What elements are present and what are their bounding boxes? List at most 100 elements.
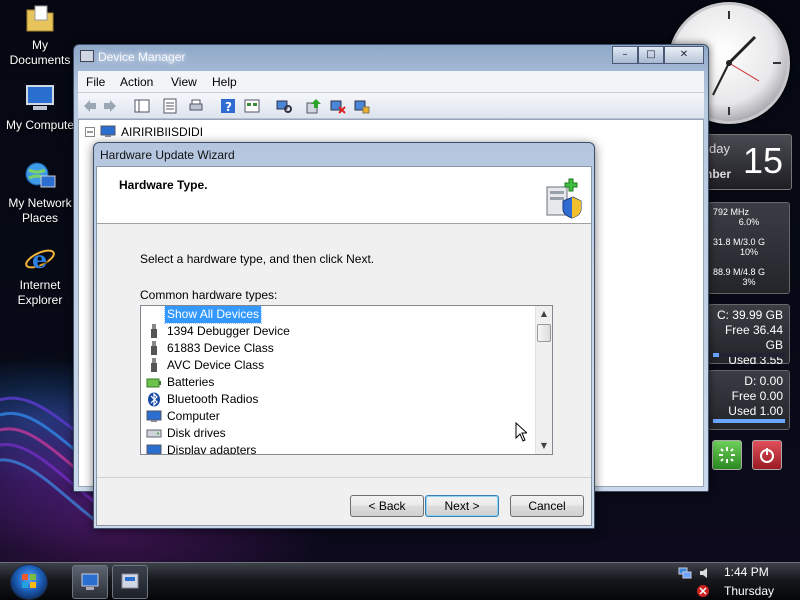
scroll-thumb[interactable] bbox=[537, 324, 551, 342]
list-item-label: 1394 Debugger Device bbox=[167, 324, 290, 338]
desktop-icon-label: My bbox=[32, 38, 48, 52]
taskbar: 1:44 PM Thursday bbox=[0, 562, 800, 600]
list-item-label: Display adapters bbox=[167, 443, 257, 455]
menu-action[interactable]: Action bbox=[120, 75, 153, 89]
network-globe-icon bbox=[23, 160, 57, 194]
calendar-gadget[interactable]: day nber 15 bbox=[700, 134, 792, 190]
computer-icon bbox=[146, 410, 162, 422]
bluetooth-icon bbox=[148, 392, 160, 407]
tree-root-node[interactable]: AIRIRIBIISDIDI bbox=[85, 125, 203, 139]
tree-root-label: AIRIRIBIISDIDI bbox=[121, 125, 204, 139]
drive-c-gadget[interactable]: C: 39.99 GB Free 36.44 GB Used 3.55 GB bbox=[708, 304, 790, 382]
desktop-icon-label: Internet bbox=[19, 278, 61, 292]
help-icon[interactable]: ? bbox=[220, 98, 236, 114]
menu-file[interactable]: File bbox=[86, 75, 105, 89]
properties-icon[interactable] bbox=[162, 98, 178, 114]
usb-plug-icon bbox=[151, 324, 157, 338]
cpu-meter-gadget[interactable]: 792 MHz 6.0% 31.8 M/3.0 G 10% 88.9 M/4.8… bbox=[708, 202, 790, 294]
minimize-button[interactable]: – bbox=[612, 46, 638, 64]
disable-device-icon[interactable] bbox=[330, 98, 346, 114]
tray-clock-time[interactable]: 1:44 PM bbox=[724, 565, 769, 579]
drive-label: C: 39.99 GB bbox=[716, 308, 783, 322]
hardware-shield-icon bbox=[546, 178, 582, 219]
drive-d-gadget[interactable]: D: 0.00 Free 0.00 Used 1.00 bbox=[708, 370, 790, 430]
cpu-meter-value: 31.8 M/3.0 G bbox=[713, 237, 766, 247]
device-manager-app-icon bbox=[80, 50, 94, 62]
hardware-types-listbox[interactable]: Show All Devices 1394 Debugger Device 61… bbox=[140, 305, 553, 455]
wizard-step-title: Hardware Type. bbox=[119, 178, 208, 192]
calendar-day: day bbox=[709, 141, 730, 156]
network-tray-icon[interactable] bbox=[678, 566, 692, 580]
clock-hour-hand bbox=[727, 35, 757, 65]
cpu-meter-row: 88.9 M/4.8 G 3% bbox=[709, 263, 789, 293]
drive-usage-bar bbox=[713, 419, 785, 423]
list-scrollbar[interactable]: ▲ ▼ bbox=[535, 306, 552, 454]
display-adapter-icon bbox=[146, 444, 162, 454]
list-item-label: Batteries bbox=[167, 375, 215, 389]
menu-view[interactable]: View bbox=[171, 75, 197, 89]
maximize-button[interactable]: □ bbox=[638, 46, 664, 64]
cpu-meter-row: 792 MHz 6.0% bbox=[709, 203, 789, 233]
desktop-icon-label: My Compute bbox=[5, 118, 75, 132]
forward-arrow-icon[interactable] bbox=[102, 98, 118, 114]
back-arrow-icon[interactable] bbox=[82, 98, 98, 114]
collapse-icon[interactable] bbox=[85, 127, 95, 137]
taskbar-device-manager-button[interactable] bbox=[72, 565, 108, 599]
menu-help[interactable]: Help bbox=[212, 75, 237, 89]
view-resources-icon[interactable] bbox=[244, 98, 260, 114]
shutdown-gadget-button[interactable] bbox=[752, 440, 782, 470]
scroll-up-arrow-icon[interactable]: ▲ bbox=[536, 306, 552, 322]
update-driver-icon[interactable] bbox=[306, 98, 322, 114]
volume-tray-icon[interactable] bbox=[698, 566, 712, 580]
computer-icon bbox=[81, 573, 99, 590]
cpu-meter-value: 88.9 M/4.8 G bbox=[713, 267, 766, 277]
window-title: Device Manager bbox=[98, 50, 186, 64]
cancel-button[interactable]: Cancel bbox=[510, 495, 584, 517]
mouse-cursor-icon bbox=[515, 422, 527, 442]
start-button[interactable] bbox=[10, 564, 48, 600]
print-icon[interactable] bbox=[188, 98, 204, 114]
list-item-label: 61883 Device Class bbox=[167, 341, 274, 355]
svg-text:?: ? bbox=[225, 100, 232, 114]
desktop-icon-label: Explorer bbox=[17, 293, 63, 307]
hardware-update-wizard-dialog[interactable]: Hardware Update Wizard Hardware Type. Se… bbox=[93, 142, 595, 529]
desktop-icon-internet-explorer[interactable]: e Internet Explorer bbox=[4, 242, 76, 308]
uninstall-device-icon[interactable] bbox=[354, 98, 370, 114]
dialog-title: Hardware Update Wizard bbox=[100, 148, 235, 162]
show-hide-tree-icon[interactable] bbox=[134, 98, 150, 114]
back-button[interactable]: < Back bbox=[350, 495, 424, 517]
desktop-icon-my-documents[interactable]: My Documents bbox=[4, 2, 76, 68]
menu-bar: File Action View Help bbox=[78, 71, 704, 93]
taskbar-wizard-button[interactable] bbox=[112, 565, 148, 599]
cpu-meter-percent: 6.0% bbox=[738, 217, 760, 227]
computer-icon bbox=[100, 125, 116, 137]
cpu-meter-percent: 3% bbox=[742, 277, 756, 287]
usb-plug-icon bbox=[151, 341, 157, 355]
drive-free: Free 36.44 GB bbox=[724, 323, 783, 352]
power-icon bbox=[760, 448, 774, 463]
desktop-icon-label: Places bbox=[21, 211, 59, 225]
close-button[interactable]: ✕ bbox=[664, 46, 704, 64]
wizard-window-icon bbox=[121, 573, 139, 589]
wizard-header: Hardware Type. bbox=[97, 167, 591, 224]
cpu-meter-row: 31.8 M/3.0 G 10% bbox=[709, 233, 789, 263]
restart-gadget-button[interactable] bbox=[712, 440, 742, 470]
calendar-date: 15 bbox=[742, 140, 783, 181]
hardware-types-label: Common hardware types: bbox=[140, 288, 278, 302]
drive-free: Free 0.00 bbox=[731, 389, 783, 403]
cpu-meter-percent: 10% bbox=[739, 247, 758, 257]
security-alert-tray-icon[interactable] bbox=[696, 584, 710, 598]
scan-hardware-icon[interactable] bbox=[276, 98, 292, 114]
desktop-icon-my-computer[interactable]: My Compute bbox=[4, 82, 76, 133]
desktop-icon-my-network-places[interactable]: My Network Places bbox=[4, 160, 76, 226]
list-item-label: Bluetooth Radios bbox=[167, 392, 259, 406]
windows-logo-icon bbox=[22, 574, 36, 588]
tray-clock-day[interactable]: Thursday bbox=[724, 584, 774, 598]
scroll-down-arrow-icon[interactable]: ▼ bbox=[536, 438, 552, 454]
next-button[interactable]: Next > bbox=[425, 495, 499, 517]
clock-minute-hand bbox=[712, 62, 730, 96]
drive-usage-bar bbox=[713, 353, 785, 357]
drive-label: D: 0.00 bbox=[744, 374, 783, 388]
wizard-body: Hardware Type. Select a hardware type, a… bbox=[96, 166, 592, 526]
usb-plug-icon bbox=[151, 358, 157, 372]
